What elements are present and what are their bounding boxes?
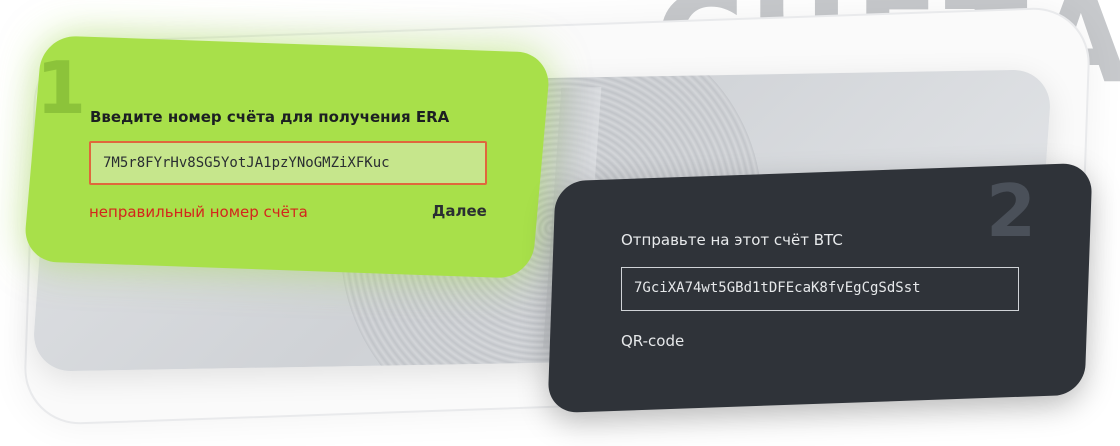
step-two-number: 2 <box>986 169 1037 253</box>
receive-account-input[interactable]: 7M5r8FYrHv8SG5YotJA1pzYNoGMZiXFKuc <box>89 141 487 185</box>
btc-address-field[interactable]: 7GciXA74wt5GBd1tDFEcaK8fvEgCgSdSst <box>621 267 1019 311</box>
account-error-message: неправильный номер счёта <box>89 203 308 221</box>
receive-account-label: Введите номер счёта для получения ERA <box>90 108 450 126</box>
step-one-number: 1 <box>36 46 87 130</box>
next-button[interactable]: Далее <box>432 202 487 220</box>
qr-code-link[interactable]: QR-code <box>621 332 684 350</box>
send-account-label: Отправьте на этот счёт BTC <box>621 231 843 249</box>
exchange-widget: СЧЕТА 1 Введите номер счёта для получени… <box>0 0 1120 446</box>
